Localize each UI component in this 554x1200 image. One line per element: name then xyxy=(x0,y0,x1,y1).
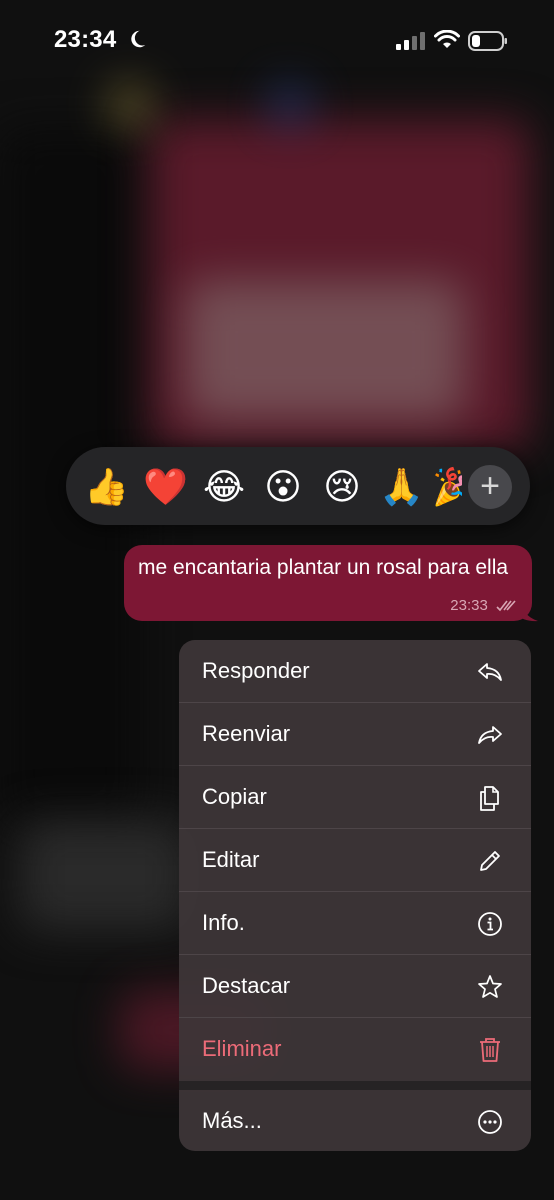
message-text: me encantaria plantar un rosal para ella xyxy=(138,556,509,579)
wifi-icon xyxy=(434,30,460,48)
add-reaction-button[interactable]: + xyxy=(468,465,512,509)
battery-low-icon xyxy=(468,31,507,51)
trash-icon xyxy=(480,1038,500,1062)
context-menu: Responder Reenviar Copiar Editar Info. D… xyxy=(179,640,531,1151)
menu-item-label: Info. xyxy=(202,910,245,935)
menu-item-info[interactable]: Info. xyxy=(179,892,531,955)
copy-icon xyxy=(480,786,499,811)
double-check-icon xyxy=(496,600,516,612)
menu-section-gap xyxy=(179,1081,531,1090)
cellular-signal-icon xyxy=(396,32,425,50)
message-meta: 23:33 xyxy=(450,597,518,614)
background-blur xyxy=(185,280,465,420)
menu-item-star[interactable]: Destacar xyxy=(179,955,531,1018)
menu-item-more[interactable]: Más... xyxy=(179,1090,531,1151)
menu-item-label: Copiar xyxy=(202,784,267,809)
background-blur xyxy=(20,820,190,930)
reaction-laughing[interactable]: 😂 xyxy=(202,465,246,509)
menu-item-label: Más... xyxy=(202,1108,262,1133)
reaction-surprised[interactable]: 😮 xyxy=(261,465,305,509)
background-blur xyxy=(110,85,150,125)
reaction-heart[interactable]: ❤️ xyxy=(143,465,188,509)
menu-item-label: Responder xyxy=(202,658,310,683)
reply-icon xyxy=(478,663,502,681)
status-bar: 23:34 xyxy=(0,0,554,84)
menu-item-reply[interactable]: Responder xyxy=(179,640,531,703)
menu-item-delete[interactable]: Eliminar xyxy=(179,1018,531,1081)
info-icon xyxy=(478,912,502,936)
status-time: 23:34 xyxy=(54,26,117,53)
reaction-thumbs-up[interactable]: 👍 xyxy=(84,465,129,509)
menu-item-copy[interactable]: Copiar xyxy=(179,766,531,829)
ellipsis-circle-icon xyxy=(478,1110,502,1134)
menu-item-forward[interactable]: Reenviar xyxy=(179,703,531,766)
message-time: 23:33 xyxy=(450,597,488,614)
star-icon xyxy=(478,975,502,998)
menu-item-label: Eliminar xyxy=(202,1036,282,1061)
reaction-party[interactable]: 🎉 xyxy=(432,465,462,509)
moon-icon xyxy=(131,30,146,48)
forward-icon xyxy=(478,726,502,744)
menu-item-label: Destacar xyxy=(202,973,291,998)
pencil-icon xyxy=(480,851,500,871)
menu-item-edit[interactable]: Editar xyxy=(179,829,531,892)
menu-item-label: Reenviar xyxy=(202,721,291,746)
background-blur xyxy=(270,85,310,125)
reaction-crying[interactable]: 😢 xyxy=(320,465,364,509)
reaction-bar: 👍 ❤️ 😂 😮 😢 🙏 🎉 + xyxy=(66,447,530,525)
message-bubble[interactable]: me encantaria plantar un rosal para ella… xyxy=(124,545,532,621)
menu-item-label: Editar xyxy=(202,847,260,872)
reaction-pray[interactable]: 🙏 xyxy=(379,465,424,509)
